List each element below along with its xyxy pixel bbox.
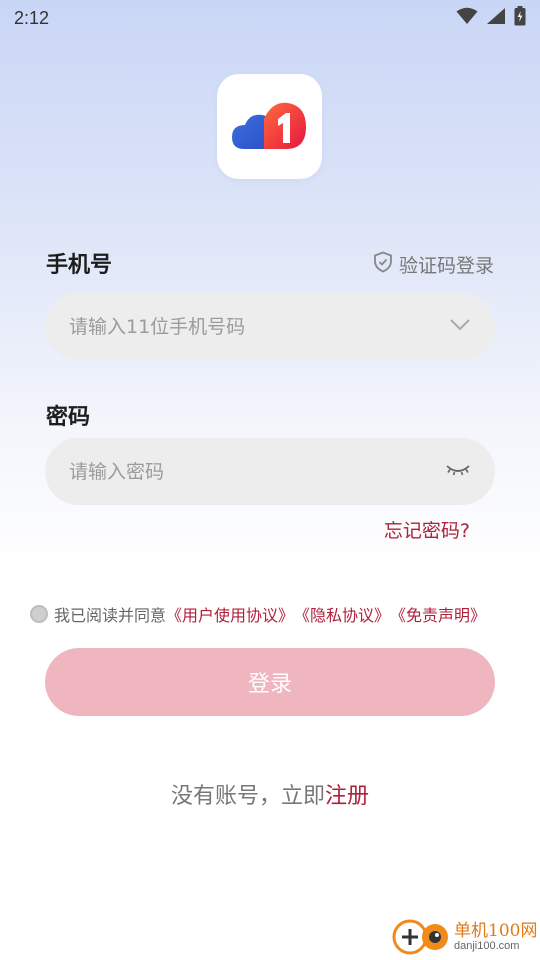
sms-login-link[interactable]: 验证码登录 — [373, 250, 494, 278]
register-prefix: 没有账号，立即 — [170, 784, 325, 809]
wifi-icon — [456, 7, 478, 29]
status-icons — [456, 6, 526, 30]
sms-login-label: 验证码登录 — [398, 254, 494, 277]
chevron-down-icon[interactable] — [449, 317, 471, 336]
password-label: 密码 — [46, 405, 91, 430]
status-time: 2:12 — [14, 7, 50, 28]
phone-label: 手机号 — [46, 253, 113, 278]
login-button[interactable]: 登录 — [45, 648, 495, 716]
agreement-radio[interactable] — [30, 605, 48, 623]
agreement-prefix: 我已阅读并同意 — [54, 606, 167, 625]
phone-field — [45, 293, 495, 360]
user-agreement-link[interactable]: 《用户使用协议》 — [166, 602, 294, 626]
battery-charging-icon — [514, 6, 526, 30]
status-bar: 2:12 — [0, 0, 540, 36]
forgot-password-link[interactable]: 忘记密码? — [384, 516, 470, 543]
phone-input[interactable] — [69, 315, 449, 338]
shield-check-icon — [373, 251, 393, 278]
eye-closed-icon[interactable] — [445, 462, 471, 481]
register-link[interactable]: 注册 — [325, 784, 369, 809]
agreement-row: 我已阅读并同意 《用户使用协议》 《隐私协议》 《免责声明》 — [30, 601, 486, 627]
password-field — [45, 438, 495, 505]
privacy-agreement-link[interactable]: 《隐私协议》 — [294, 602, 390, 626]
password-input[interactable] — [69, 460, 445, 483]
signal-icon — [486, 7, 506, 29]
watermark-logo-icon — [390, 916, 450, 960]
disclaimer-link[interactable]: 《免责声明》 — [390, 602, 486, 626]
cloud-one-logo-icon — [231, 102, 306, 149]
watermark-title: 单机100网 — [454, 921, 538, 942]
watermark-url: danji100.com — [454, 940, 520, 953]
register-row: 没有账号，立即注册 — [0, 778, 540, 810]
app-logo — [217, 74, 322, 179]
watermark: 单机100网 danji100.com — [390, 916, 540, 960]
